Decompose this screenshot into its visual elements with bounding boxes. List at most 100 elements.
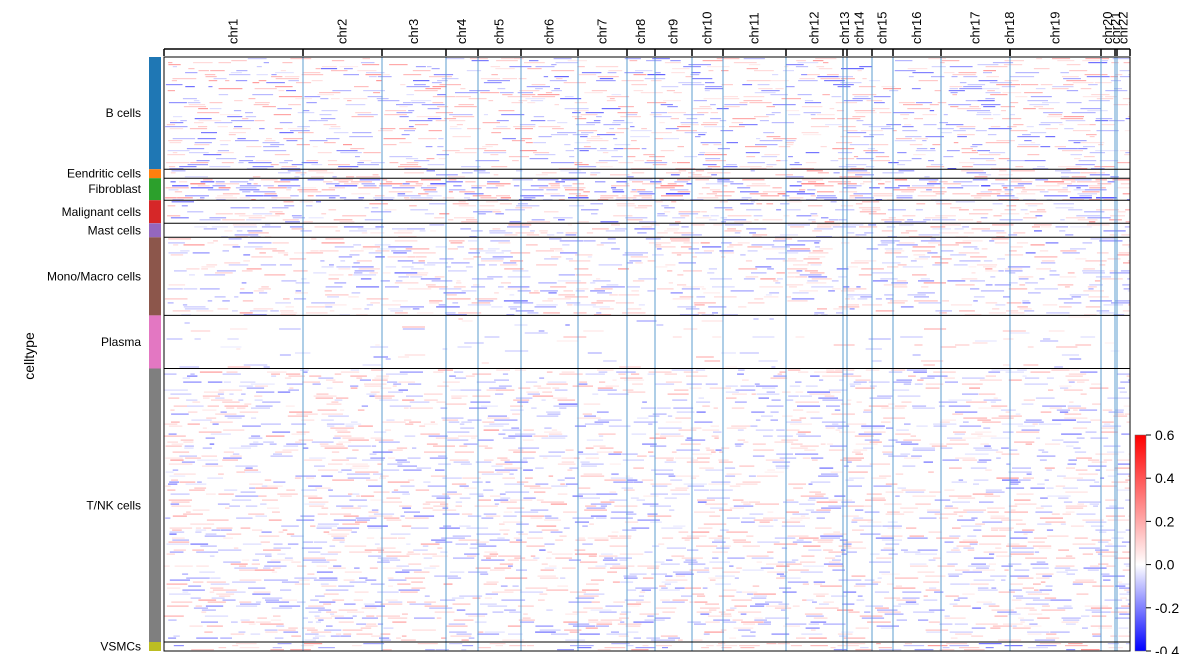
heatmap-cell bbox=[187, 211, 204, 213]
heatmap-cell bbox=[886, 427, 893, 429]
heatmap-cell bbox=[590, 136, 601, 138]
heatmap-cell bbox=[357, 70, 377, 72]
heatmap-cell bbox=[234, 213, 246, 215]
heatmap-cell bbox=[530, 100, 544, 102]
heatmap-cell bbox=[182, 573, 189, 575]
heatmap-cell bbox=[905, 601, 917, 603]
heatmap-cell bbox=[903, 439, 921, 441]
heatmap-cell bbox=[969, 106, 980, 108]
heatmap-cell bbox=[978, 80, 998, 82]
heatmap-cell bbox=[755, 603, 769, 605]
heatmap-cell bbox=[800, 515, 806, 517]
heatmap-cell bbox=[676, 254, 682, 256]
heatmap-cell bbox=[547, 120, 556, 122]
heatmap-cell bbox=[581, 463, 604, 465]
heatmap-cell bbox=[582, 413, 592, 415]
heatmap-cell bbox=[483, 429, 500, 431]
heatmap-cell bbox=[1109, 219, 1122, 221]
heatmap-cell bbox=[377, 557, 398, 559]
heatmap-cell bbox=[334, 185, 358, 187]
heatmap-cell bbox=[578, 595, 599, 597]
heatmap-cell bbox=[321, 110, 338, 112]
heatmap-cell bbox=[321, 475, 333, 477]
heatmap-cell bbox=[957, 519, 975, 521]
heatmap-cell bbox=[811, 118, 835, 120]
heatmap-cell bbox=[223, 561, 241, 563]
heatmap-cell bbox=[207, 189, 230, 191]
heatmap-cell bbox=[168, 140, 183, 142]
heatmap-cell bbox=[895, 441, 912, 443]
heatmap-cell bbox=[1102, 60, 1109, 62]
heatmap-cell bbox=[922, 114, 937, 116]
heatmap-cell bbox=[988, 563, 996, 565]
heatmap-cell bbox=[315, 621, 321, 623]
heatmap-cell bbox=[1063, 84, 1074, 86]
heatmap-cell bbox=[244, 403, 252, 405]
heatmap-cell bbox=[395, 571, 410, 573]
heatmap-cell bbox=[423, 567, 436, 569]
heatmap-cell bbox=[1051, 439, 1064, 441]
heatmap-cell bbox=[171, 201, 194, 203]
heatmap-cell bbox=[501, 250, 512, 252]
heatmap-cell bbox=[1027, 593, 1050, 595]
heatmap-cell bbox=[224, 489, 238, 491]
heatmap-cell bbox=[753, 595, 767, 597]
heatmap-cell bbox=[696, 296, 706, 298]
heatmap-cell bbox=[884, 294, 894, 296]
heatmap-cell bbox=[599, 611, 617, 613]
heatmap-cell bbox=[423, 557, 433, 559]
heatmap-cell bbox=[320, 98, 329, 100]
heatmap-cell bbox=[582, 543, 593, 545]
heatmap-cell bbox=[451, 262, 470, 264]
heatmap-cell bbox=[207, 381, 223, 383]
heatmap-cell bbox=[425, 146, 433, 148]
heatmap-cell bbox=[239, 189, 260, 191]
heatmap-cell bbox=[666, 172, 681, 174]
heatmap-cell bbox=[590, 203, 603, 205]
heatmap-cell bbox=[1032, 599, 1051, 601]
heatmap-cell bbox=[796, 181, 802, 183]
heatmap-cell bbox=[574, 102, 588, 104]
heatmap-cell bbox=[727, 557, 745, 559]
heatmap-cell bbox=[383, 517, 400, 519]
heatmap-cell bbox=[708, 483, 730, 485]
heatmap-cell bbox=[586, 507, 606, 509]
heatmap-cell bbox=[747, 162, 765, 164]
heatmap-cell bbox=[955, 569, 970, 571]
heatmap-cell bbox=[797, 240, 821, 242]
heatmap-cell bbox=[380, 537, 398, 539]
heatmap-cell bbox=[273, 114, 291, 116]
heatmap-cell bbox=[550, 185, 560, 187]
heatmap-cell bbox=[866, 100, 883, 102]
heatmap-cell bbox=[726, 164, 737, 166]
heatmap-cell bbox=[525, 477, 533, 479]
heatmap-cell bbox=[599, 166, 613, 168]
heatmap-cell bbox=[892, 189, 916, 191]
heatmap-cell bbox=[486, 581, 499, 583]
heatmap-cell bbox=[872, 108, 890, 110]
heatmap-cell bbox=[934, 90, 941, 92]
heatmap-cell bbox=[678, 429, 697, 431]
heatmap-cell bbox=[1091, 461, 1107, 463]
heatmap-cell bbox=[549, 80, 567, 82]
heatmap-cell bbox=[1073, 409, 1078, 411]
heatmap-cell bbox=[330, 98, 340, 100]
heatmap-cell bbox=[914, 118, 923, 120]
heatmap-cell bbox=[494, 379, 509, 381]
heatmap-cell bbox=[406, 543, 411, 545]
heatmap-cell bbox=[206, 493, 216, 495]
heatmap-cell bbox=[659, 589, 680, 591]
heatmap-cell bbox=[397, 195, 421, 197]
heatmap-cell bbox=[386, 555, 410, 557]
heatmap-cell bbox=[1009, 537, 1028, 539]
heatmap-cell bbox=[168, 252, 188, 254]
heatmap-cell bbox=[255, 621, 271, 623]
heatmap-cell bbox=[626, 219, 643, 221]
heatmap-cell bbox=[475, 250, 496, 252]
heatmap-cell bbox=[250, 383, 275, 385]
heatmap-cell bbox=[272, 431, 291, 433]
heatmap-cell bbox=[356, 623, 367, 625]
heatmap-cell bbox=[468, 615, 485, 617]
heatmap-cell bbox=[324, 447, 348, 449]
heatmap-cell bbox=[806, 411, 820, 413]
